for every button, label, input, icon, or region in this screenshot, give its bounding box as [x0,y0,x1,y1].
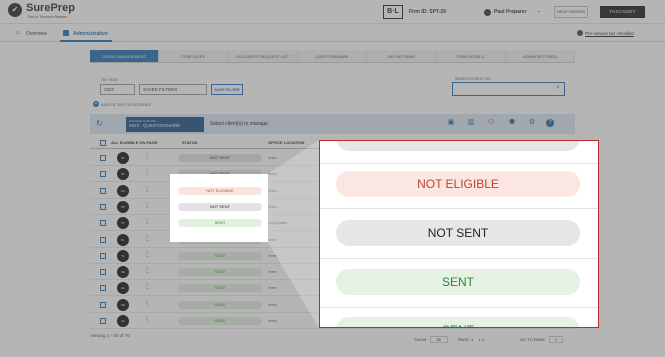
page-numbers[interactable]: 1 2 [478,337,484,342]
show-per-page[interactable]: SHOW 50 [414,336,449,343]
go-to-page[interactable]: GO TO PAGE: 1 [520,336,564,343]
show-value[interactable]: 50 [429,336,449,343]
pagination[interactable]: PAGE: 1 1 2 [458,337,484,342]
goto-label: GO TO PAGE: [520,337,546,342]
goto-value[interactable]: 1 [548,336,564,343]
show-label: SHOW [414,337,427,342]
viewing-count: Viewing 1 - 50 of 76 [90,333,130,338]
row-divider [320,208,598,209]
row-divider [320,163,598,164]
highlighted-status-badge: NOT ELIGIBLE [178,186,262,195]
zoom-status-not-sent: NOT SENT [336,220,580,246]
page-label: PAGE: 1 [458,337,474,342]
zoom-callout: NOT ELIGIBLE NOT SENT SENT SENT [319,140,599,328]
row-divider [320,258,598,259]
zoom-status-not-eligible: NOT ELIGIBLE [336,171,580,197]
row-divider [320,307,598,308]
zoom-status-sent-partial: SENT [336,317,580,327]
highlighted-status-badge: NOT SENT [178,202,262,211]
highlighted-status-badge: SENT [178,219,262,228]
zoom-status-sent: SENT [336,269,580,295]
zoom-status-partial [336,141,580,151]
